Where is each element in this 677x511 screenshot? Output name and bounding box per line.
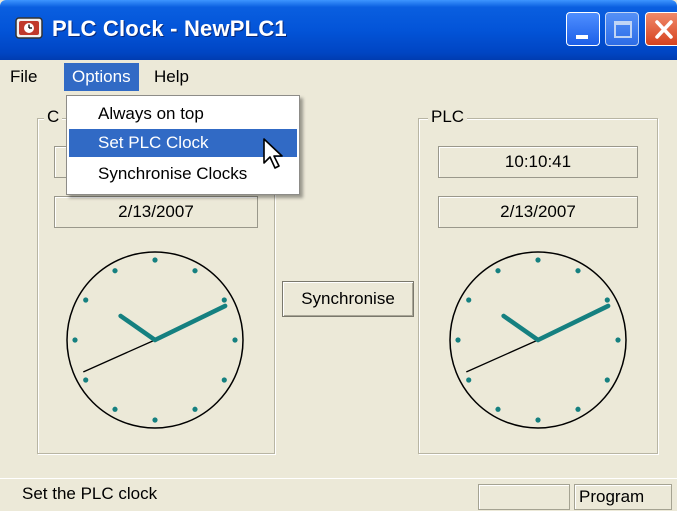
maximize-icon xyxy=(614,21,632,38)
plc-group-label: PLC xyxy=(428,107,468,127)
computer-analog-clock xyxy=(66,251,244,429)
hour-dot xyxy=(83,297,89,303)
plc-date-field: 2/13/2007 xyxy=(438,196,638,228)
menu-item-always-on-top[interactable]: Always on top xyxy=(69,100,297,128)
hour-dot xyxy=(535,257,541,263)
computer-date-field: 2/13/2007 xyxy=(54,196,258,228)
hour-dot xyxy=(221,297,227,303)
hour-dot xyxy=(604,297,610,303)
menu-options[interactable]: Options xyxy=(64,63,139,91)
window-frame xyxy=(0,94,14,478)
title-bar[interactable]: PLC Clock - NewPLC1 xyxy=(0,0,677,60)
minimize-icon xyxy=(576,35,588,39)
plc-time-field: 10:10:41 xyxy=(438,146,638,178)
menu-help[interactable]: Help xyxy=(146,63,197,91)
mouse-pointer-icon xyxy=(263,138,283,169)
status-pane-empty xyxy=(478,484,570,510)
hour-dot xyxy=(232,337,238,343)
hour-dot xyxy=(455,337,461,343)
window-title: PLC Clock - NewPLC1 xyxy=(52,16,287,41)
hour-dot xyxy=(221,377,227,383)
hour-dot xyxy=(152,417,158,423)
hour-dot xyxy=(575,406,581,412)
hour-dot xyxy=(466,297,472,303)
hour-dot xyxy=(604,377,610,383)
hour-hand xyxy=(118,313,158,343)
hour-dot xyxy=(615,337,621,343)
hour-dot xyxy=(535,417,541,423)
synchronise-button[interactable]: Synchronise xyxy=(282,281,414,317)
hour-dot xyxy=(495,406,501,412)
minimize-button[interactable] xyxy=(566,12,600,46)
hour-hand xyxy=(501,313,541,343)
minute-hand xyxy=(152,303,228,343)
menu-file[interactable]: File xyxy=(2,63,45,91)
hour-dot xyxy=(112,268,118,274)
second-hand xyxy=(83,339,156,373)
plc-clock-app-icon xyxy=(15,17,43,39)
hour-dot xyxy=(152,257,158,263)
hour-dot xyxy=(192,268,198,274)
second-hand xyxy=(466,339,539,373)
plc-analog-clock xyxy=(449,251,627,429)
menu-bar: File Options Help xyxy=(0,60,677,94)
status-mode-pane: Program xyxy=(574,484,672,510)
hour-dot xyxy=(72,337,78,343)
minute-hand xyxy=(535,303,611,343)
hour-dot xyxy=(83,377,89,383)
hour-dot xyxy=(575,268,581,274)
status-message: Set the PLC clock xyxy=(22,484,158,503)
hour-dot xyxy=(112,406,118,412)
computer-group-label: C xyxy=(44,107,63,127)
hour-dot xyxy=(466,377,472,383)
close-button[interactable] xyxy=(645,12,677,46)
hour-dot xyxy=(495,268,501,274)
hour-dot xyxy=(192,406,198,412)
maximize-button[interactable] xyxy=(605,12,639,46)
plc-clock-window: PLC Clock - NewPLC1 File Options Help C … xyxy=(0,0,677,511)
close-icon xyxy=(655,20,673,39)
